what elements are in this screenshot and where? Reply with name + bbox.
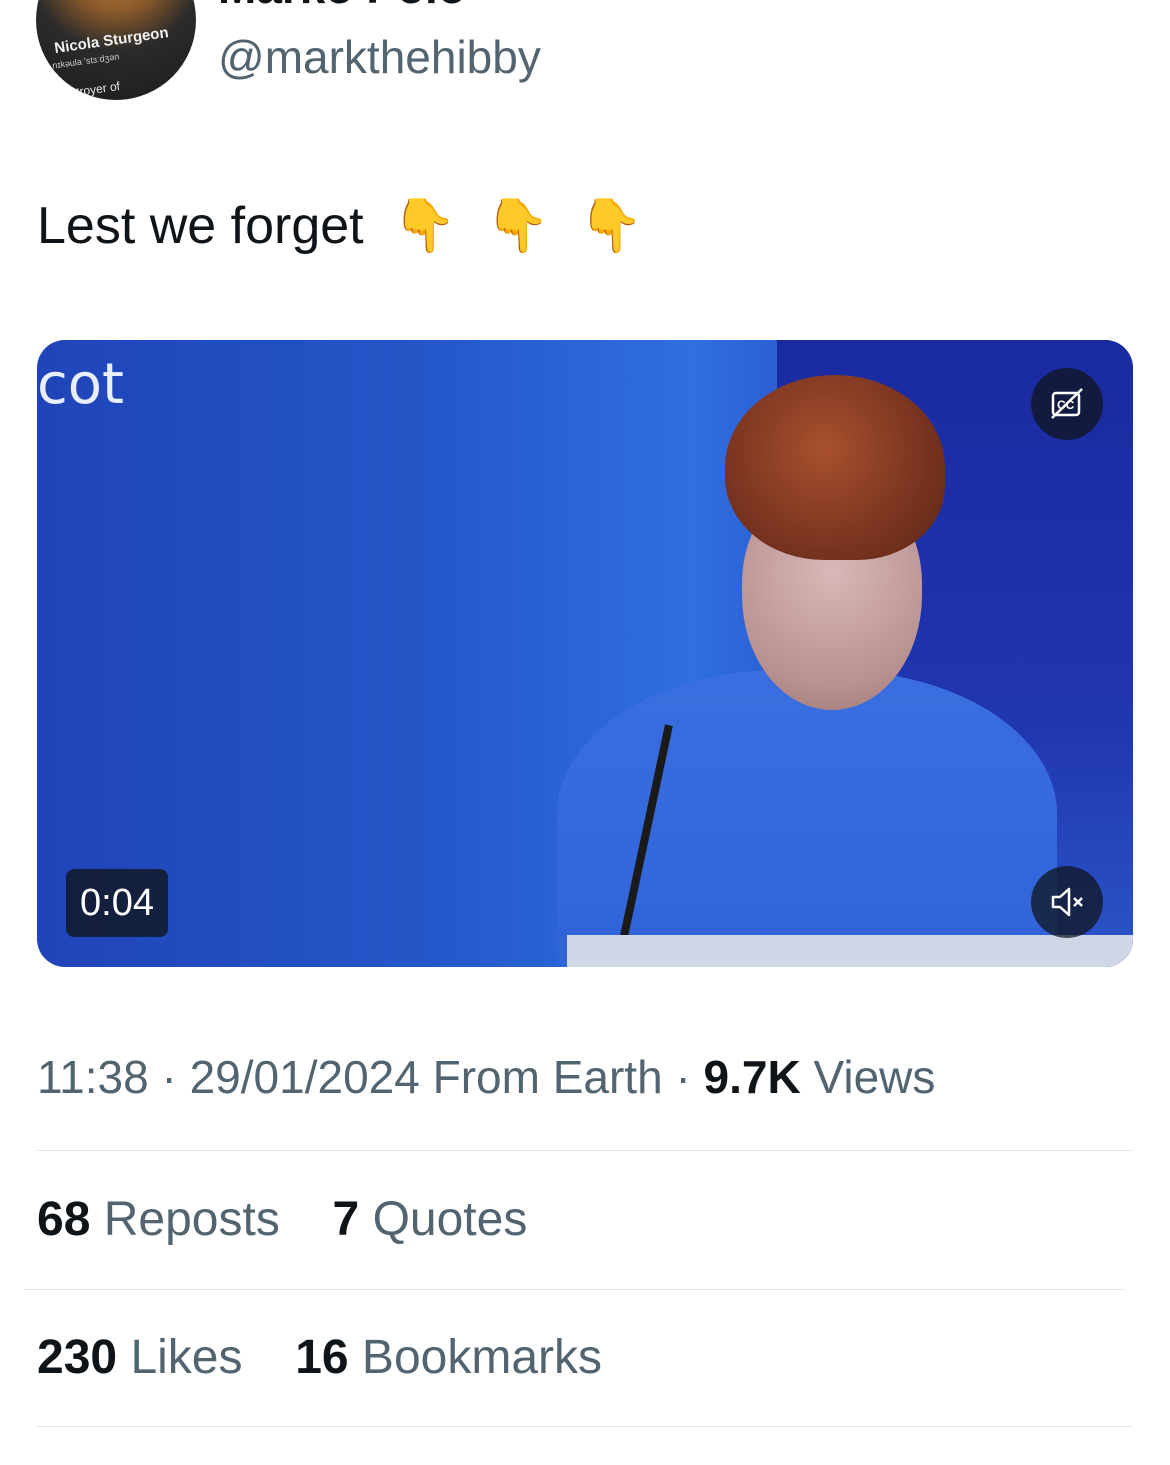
video-duration-badge: 0:04 — [66, 869, 168, 937]
reposts-label: Reposts — [103, 1193, 280, 1246]
bookmarks-label: Bookmarks — [361, 1331, 602, 1384]
tweet-time[interactable]: 11:38 — [37, 1051, 149, 1103]
quotes-label: Quotes — [372, 1193, 528, 1246]
tweet-meta: 11:38 · 29/01/2024 From Earth · 9.7K Vie… — [37, 1050, 935, 1104]
views-label: Views — [813, 1051, 936, 1103]
likes-link[interactable]: 230 Likes — [37, 1331, 256, 1384]
bookmarks-count: 16 — [295, 1331, 349, 1384]
tweet-text: Lest we forget 👇 👇 👇 — [37, 195, 643, 256]
pointing-down-emoji-1: 👇 — [392, 196, 457, 256]
muted-speaker-icon — [1051, 887, 1083, 917]
avatar-shirt-subtext-2: troyer of — [75, 79, 121, 99]
quotes-count: 7 — [332, 1193, 360, 1246]
divider-3 — [37, 1426, 1133, 1427]
closed-captions-button[interactable]: CC — [1031, 368, 1103, 440]
pointing-down-emoji-2: 👇 — [485, 196, 551, 256]
mute-button[interactable] — [1031, 866, 1103, 938]
tweet-date[interactable]: 29/01/2024 — [190, 1051, 420, 1103]
meta-separator: · — [161, 1051, 177, 1103]
video-player[interactable]: cot 0:04 CC — [37, 340, 1133, 967]
author-handle[interactable]: @markthehibby — [218, 30, 541, 84]
cc-off-icon: CC — [1051, 388, 1083, 419]
quotes-link[interactable]: 7 Quotes — [333, 1193, 528, 1246]
tweet-body: Lest we forget — [37, 197, 364, 255]
views-count: 9.7K — [703, 1051, 801, 1103]
reposts-quotes-row: 68 Reposts 7 Quotes — [37, 1192, 527, 1247]
video-speaker-body — [557, 670, 1057, 967]
author-display-name[interactable]: Marko Polo — [218, 0, 466, 14]
reposts-link[interactable]: 68 Reposts — [37, 1193, 293, 1246]
pointing-down-emoji-3: 👇 — [578, 196, 644, 256]
divider-1 — [37, 1150, 1133, 1151]
likes-count: 230 — [37, 1331, 118, 1384]
reposts-count: 68 — [37, 1193, 91, 1246]
video-screen-text: cot — [37, 352, 125, 417]
likes-label: Likes — [130, 1331, 243, 1384]
video-lectern — [567, 935, 1133, 967]
divider-2 — [25, 1289, 1125, 1290]
video-speaker-hair — [725, 375, 945, 560]
author-avatar[interactable]: Nicola Sturgeon nɪkəula 'stɜːdʒən troyer… — [36, 0, 196, 100]
tweet-source: From Earth — [432, 1051, 663, 1103]
likes-bookmarks-row: 230 Likes 16 Bookmarks — [37, 1330, 602, 1385]
meta-separator-2: · — [675, 1051, 691, 1103]
bookmarks-link[interactable]: 16 Bookmarks — [295, 1331, 602, 1384]
